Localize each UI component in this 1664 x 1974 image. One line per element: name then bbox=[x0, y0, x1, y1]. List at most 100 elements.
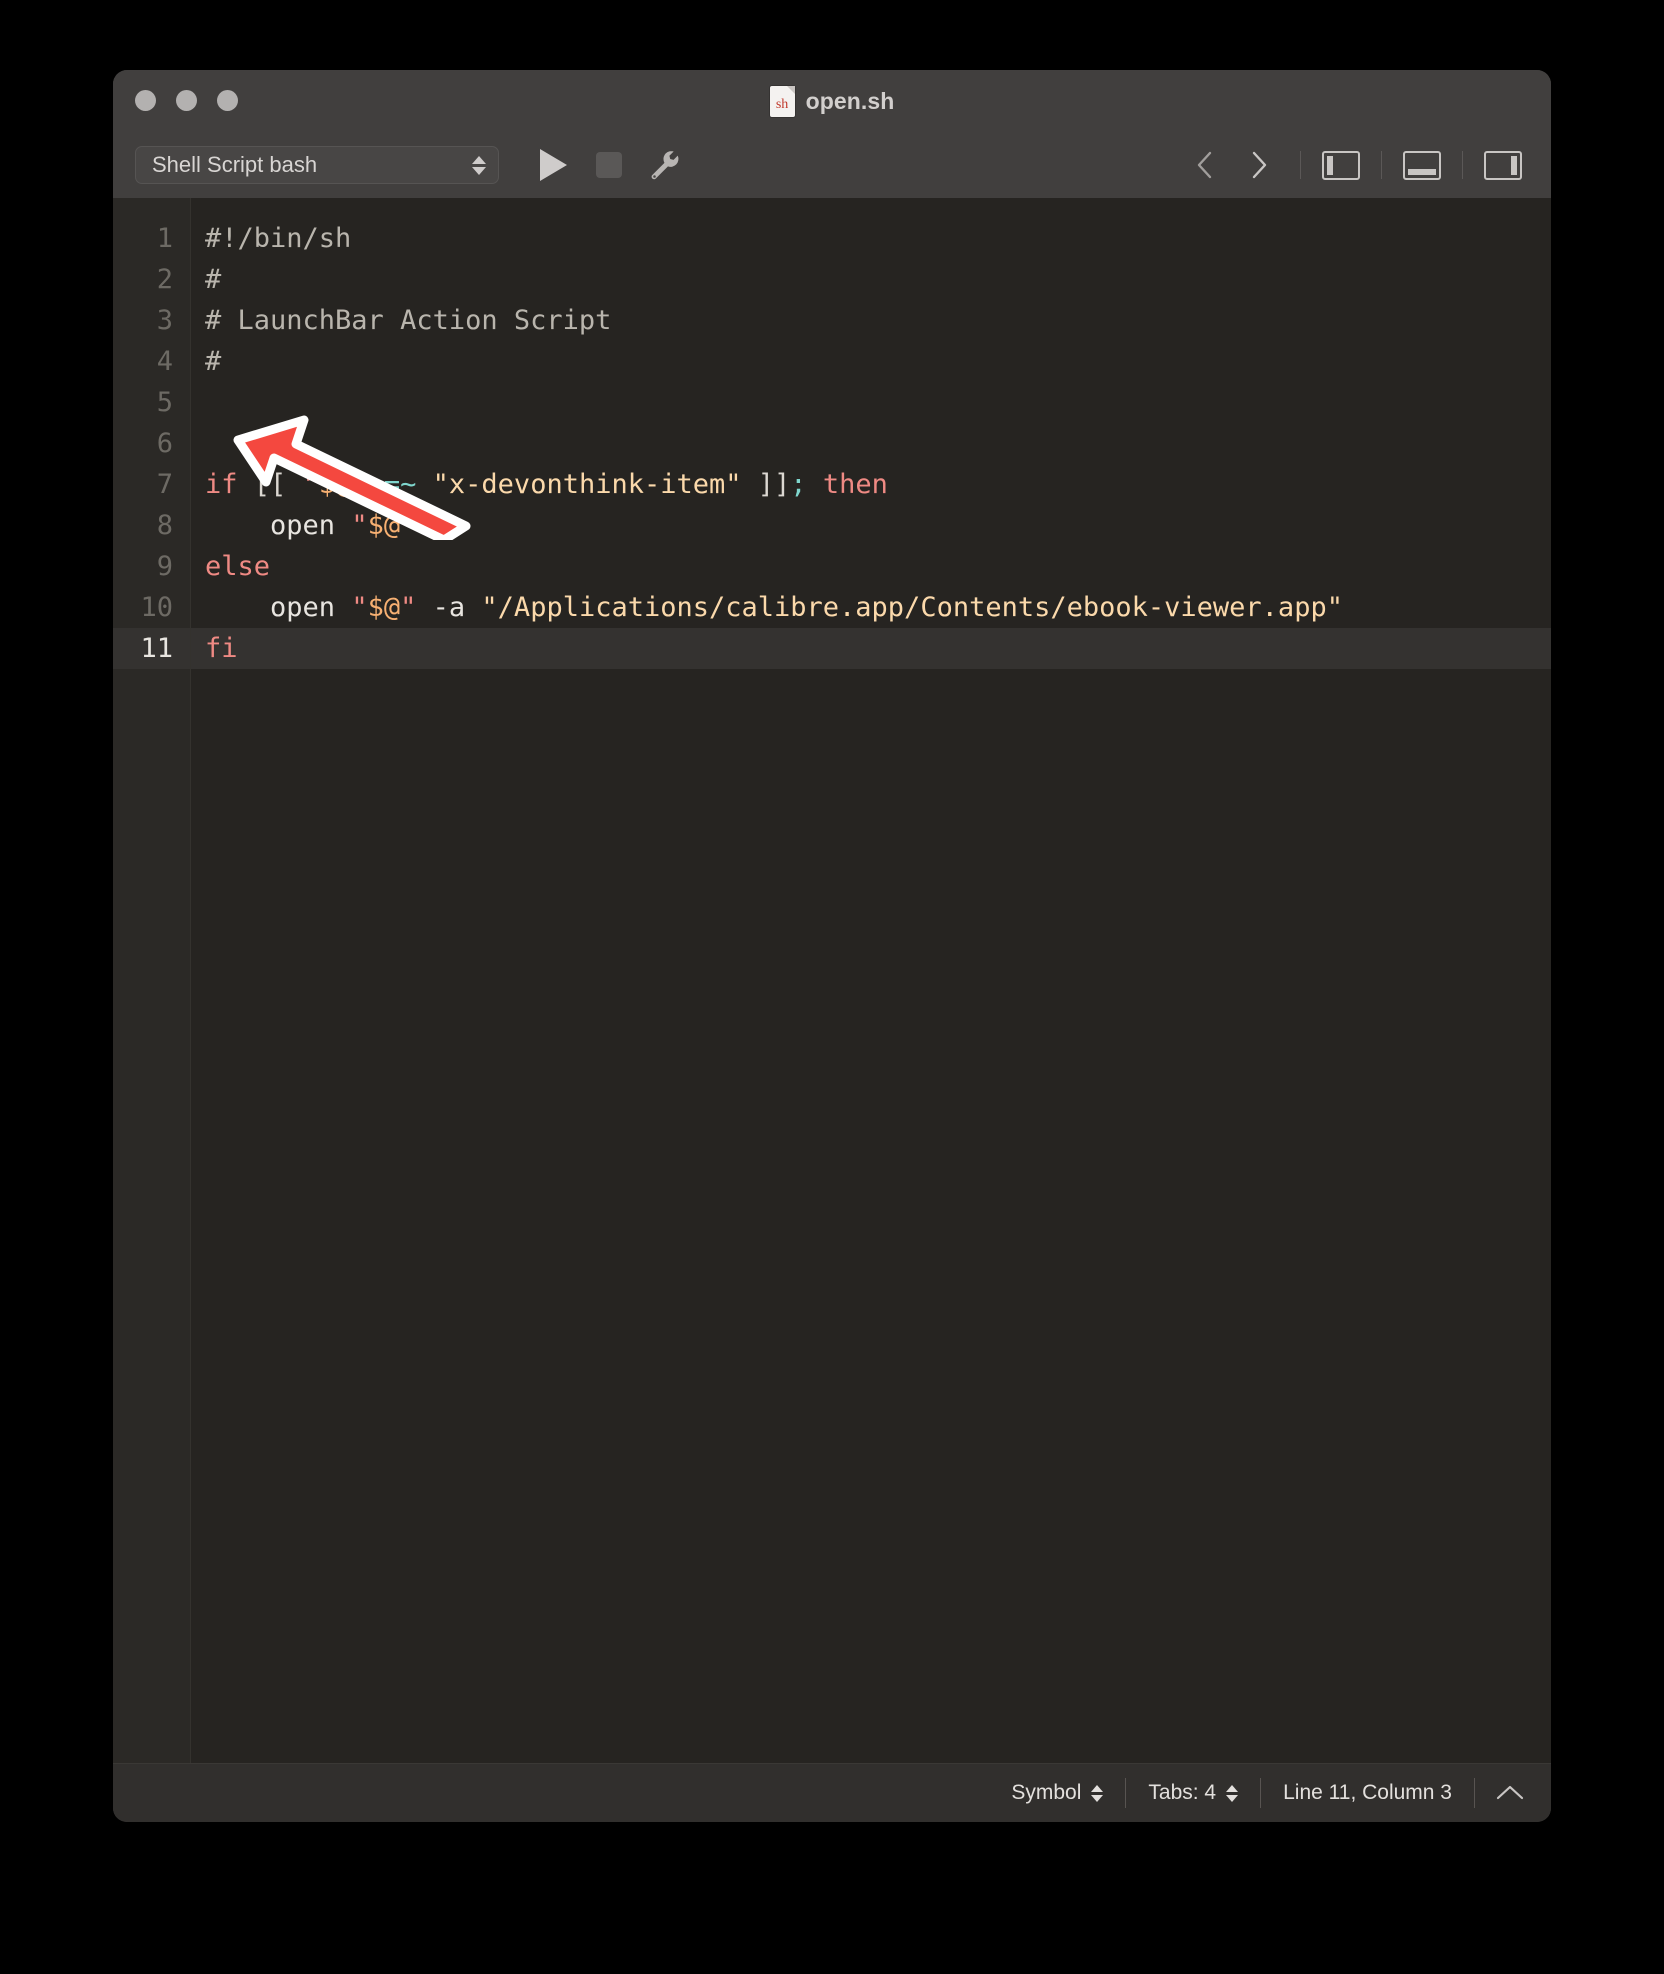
line-number: 7 bbox=[156, 469, 173, 500]
code-line[interactable]: # bbox=[191, 259, 1551, 300]
symbol-label: Symbol bbox=[1011, 1781, 1082, 1804]
expand-console-button[interactable] bbox=[1475, 1770, 1545, 1816]
cursor-position: Line 11, Column 3 bbox=[1261, 1781, 1474, 1805]
code-token: " bbox=[400, 592, 417, 623]
code-token: ]] bbox=[757, 469, 791, 500]
code-line[interactable] bbox=[191, 423, 1551, 464]
code-token: then bbox=[822, 469, 888, 500]
code-token: open bbox=[270, 592, 336, 623]
line-number: 11 bbox=[113, 628, 190, 669]
code-token: " bbox=[351, 510, 368, 541]
code-token: # LaunchBar Action Script bbox=[205, 305, 612, 336]
code-token: if bbox=[205, 469, 238, 500]
window-titlebar: sh open.sh bbox=[113, 70, 1551, 132]
code-token: " bbox=[351, 592, 368, 623]
editor-window: sh open.sh Shell Script bash 1 2 3 4 5 6… bbox=[113, 70, 1551, 1822]
line-number: 4 bbox=[156, 346, 173, 377]
code-token: open bbox=[270, 510, 336, 541]
screenshot-root: sh open.sh Shell Script bash 1 2 3 4 5 6… bbox=[0, 0, 1664, 1974]
code-line[interactable]: open "$@" -a "/Applications/calibre.app/… bbox=[191, 587, 1551, 628]
stop-icon bbox=[596, 152, 622, 178]
toggle-right-panel-button[interactable] bbox=[1477, 142, 1529, 188]
toolbar-divider bbox=[1462, 151, 1463, 179]
chevron-updown-icon bbox=[470, 155, 488, 175]
run-button[interactable] bbox=[525, 142, 581, 188]
code-token: [[ bbox=[253, 469, 287, 500]
code-token: #!/bin/sh bbox=[205, 223, 352, 254]
nav-back-button[interactable] bbox=[1178, 142, 1232, 188]
line-number-gutter: 1 2 3 4 5 6 7 8 9 10 11 bbox=[113, 198, 191, 1763]
chevron-updown-icon bbox=[1226, 1784, 1239, 1802]
code-content[interactable]: #!/bin/sh # # LaunchBar Action Script # if … bbox=[191, 198, 1551, 1763]
symbol-selector[interactable]: Symbol bbox=[989, 1781, 1125, 1805]
code-token: " bbox=[302, 469, 319, 500]
line-number: 5 bbox=[156, 387, 173, 418]
code-line[interactable]: if [[ "$@" =~ "x-devonthink-item" ]]; th… bbox=[191, 464, 1551, 505]
window-title: open.sh bbox=[805, 87, 895, 114]
wrench-icon bbox=[651, 151, 679, 180]
code-token: else bbox=[205, 551, 271, 582]
chevron-up-icon bbox=[1496, 1785, 1524, 1800]
toolbar-divider bbox=[1381, 151, 1382, 179]
sidebar-left-icon bbox=[1322, 150, 1360, 180]
line-number: 2 bbox=[156, 264, 173, 295]
toggle-bottom-panel-button[interactable] bbox=[1396, 142, 1448, 188]
code-token: -a bbox=[432, 592, 466, 623]
panel-bottom-icon bbox=[1403, 150, 1441, 180]
line-number: 9 bbox=[156, 551, 173, 582]
code-token: $@ bbox=[318, 469, 352, 500]
code-line[interactable]: #!/bin/sh bbox=[191, 218, 1551, 259]
code-token: # bbox=[205, 346, 222, 377]
code-line[interactable]: # bbox=[191, 341, 1551, 382]
code-token: $@ bbox=[367, 510, 401, 541]
line-number: 8 bbox=[156, 510, 173, 541]
code-token: ; bbox=[790, 469, 807, 500]
play-icon bbox=[539, 149, 567, 181]
chevron-updown-icon bbox=[1091, 1784, 1104, 1802]
sh-file-icon-label: sh bbox=[775, 96, 789, 112]
toggle-left-panel-button[interactable] bbox=[1315, 142, 1367, 188]
code-editor[interactable]: 1 2 3 4 5 6 7 8 9 10 11 #!/bin/sh # # LaunchBar Acti… bbox=[113, 198, 1551, 1763]
code-line[interactable]: else bbox=[191, 546, 1551, 587]
code-token: # bbox=[205, 264, 222, 295]
line-number: 10 bbox=[140, 592, 173, 623]
cursor-position-label: Line 11, Column 3 bbox=[1283, 1781, 1452, 1804]
code-token: $@ bbox=[367, 592, 401, 623]
syntax-mode-select[interactable]: Shell Script bash bbox=[135, 146, 499, 184]
code-line[interactable]: # LaunchBar Action Script bbox=[191, 300, 1551, 341]
line-number: 1 bbox=[156, 223, 173, 254]
line-number: 3 bbox=[156, 305, 173, 336]
chevron-right-icon bbox=[1252, 151, 1267, 179]
status-bar: Symbol Tabs: 4 Line 11, Column 3 bbox=[113, 1763, 1551, 1822]
code-token: " bbox=[351, 469, 368, 500]
code-line[interactable]: fi bbox=[191, 628, 1551, 669]
code-token: =~ bbox=[383, 469, 417, 500]
code-token: "/Applications/calibre.app/Contents/eboo… bbox=[481, 592, 1343, 623]
code-line[interactable]: open "$@" bbox=[191, 505, 1551, 546]
syntax-mode-label: Shell Script bash bbox=[152, 152, 318, 177]
window-title-group: sh open.sh bbox=[113, 70, 1551, 132]
sidebar-right-icon bbox=[1484, 150, 1522, 180]
build-tools-button[interactable] bbox=[637, 142, 693, 188]
line-number: 6 bbox=[156, 428, 173, 459]
chevron-left-icon bbox=[1197, 151, 1212, 179]
code-token: fi bbox=[205, 633, 238, 664]
toolbar-right-group bbox=[1178, 142, 1529, 188]
stop-button[interactable] bbox=[581, 142, 637, 188]
tabs-selector[interactable]: Tabs: 4 bbox=[1126, 1781, 1260, 1805]
toolbar-divider bbox=[1300, 151, 1301, 179]
tabs-label: Tabs: 4 bbox=[1148, 1781, 1217, 1804]
nav-forward-button[interactable] bbox=[1232, 142, 1286, 188]
code-line[interactable] bbox=[191, 382, 1551, 423]
